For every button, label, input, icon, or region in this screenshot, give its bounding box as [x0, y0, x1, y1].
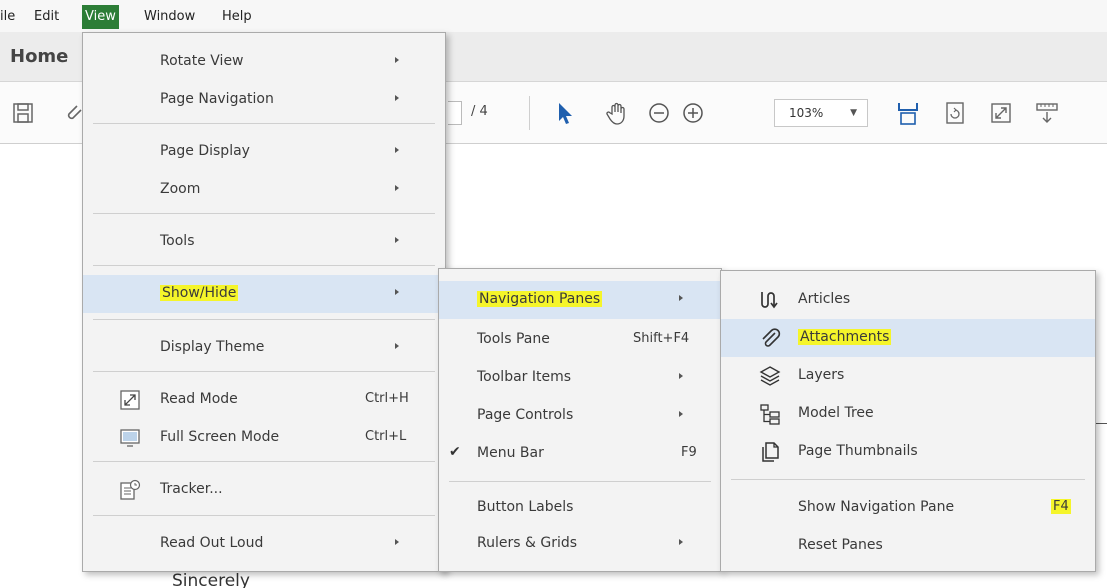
menu-item-page-controls[interactable]: Page Controls [439, 397, 721, 435]
page-number-input[interactable] [448, 101, 462, 125]
attach-icon[interactable] [60, 100, 82, 126]
menu-edit[interactable]: Edit [34, 6, 59, 28]
read-mode-icon [119, 389, 141, 411]
menu-separator [93, 461, 435, 462]
menu-help[interactable]: Help [222, 6, 252, 28]
menu-item-reset-panes[interactable]: Reset Panes [721, 527, 1095, 565]
show-hide-submenu: Navigation Panes Tools Pane Shift+F4 Too… [438, 268, 722, 572]
menu-item-navigation-panes[interactable]: Navigation Panes [439, 281, 721, 319]
zoom-value: 103% [789, 106, 824, 120]
select-cursor-icon[interactable] [552, 100, 578, 126]
f4-shortcut: F4 [1051, 499, 1071, 514]
fit-page-icon[interactable] [895, 100, 921, 126]
menu-item-layers[interactable]: Layers [721, 357, 1095, 395]
full-screen-icon[interactable] [988, 100, 1014, 126]
save-icon[interactable] [10, 100, 36, 126]
menu-item-tools-pane[interactable]: Tools Pane Shift+F4 [439, 321, 721, 359]
full-screen-mode-icon [119, 427, 141, 449]
paperclip-icon [759, 327, 781, 349]
menu-item-menu-bar[interactable]: ✔ Menu Bar F9 [439, 435, 721, 473]
measure-icon[interactable] [1034, 100, 1060, 126]
menu-separator [93, 213, 435, 214]
menu-item-model-tree[interactable]: Model Tree [721, 395, 1095, 433]
menu-window[interactable]: Window [144, 6, 195, 28]
zoom-in-icon[interactable] [680, 100, 706, 126]
view-menu: Rotate View Page Navigation Page Display… [82, 32, 446, 572]
menu-separator [93, 123, 435, 124]
menu-view[interactable]: View [82, 5, 119, 29]
menu-item-page-thumbnails[interactable]: Page Thumbnails [721, 433, 1095, 471]
menu-separator [93, 319, 435, 320]
menu-separator [449, 481, 711, 482]
menu-item-toolbar-items[interactable]: Toolbar Items [439, 359, 721, 397]
menu-item-full-screen-mode[interactable]: Full Screen Mode Ctrl+L [83, 419, 445, 457]
menu-item-tracker[interactable]: Tracker... [83, 471, 445, 509]
menu-item-read-out-loud[interactable]: Read Out Loud [83, 525, 445, 563]
menu-separator [93, 371, 435, 372]
menu-item-page-navigation[interactable]: Page Navigation [83, 81, 445, 119]
page-total: / 4 [471, 104, 488, 119]
menu-item-page-display[interactable]: Page Display [83, 133, 445, 171]
menu-item-attachments[interactable]: Attachments [721, 319, 1095, 357]
attachments-label: Attachments [798, 329, 892, 345]
menu-file[interactable]: ile [0, 6, 15, 28]
menu-bar: ile Edit View Window Help [0, 0, 1107, 32]
model-tree-icon [759, 403, 781, 425]
document-text: Sincerely [172, 571, 250, 588]
menu-item-zoom[interactable]: Zoom [83, 171, 445, 209]
hand-tool-icon[interactable] [604, 100, 630, 126]
chevron-down-icon: ▼ [850, 108, 857, 118]
navigation-panes-submenu: Articles Attachments Layers Model Tree P… [720, 270, 1096, 572]
menu-separator [93, 265, 435, 266]
menu-separator [93, 515, 435, 516]
menu-item-rulers-grids[interactable]: Rulers & Grids [439, 525, 721, 563]
zoom-out-icon[interactable] [646, 100, 672, 126]
rotate-page-icon[interactable] [942, 100, 968, 126]
checkmark-icon: ✔ [449, 444, 461, 460]
menu-item-rotate-view[interactable]: Rotate View [83, 43, 445, 81]
menu-item-articles[interactable]: Articles [721, 281, 1095, 319]
layers-icon [759, 365, 781, 387]
page-thumbnails-icon [759, 441, 781, 463]
zoom-select[interactable]: 103% ▼ [774, 99, 868, 127]
menu-item-show-hide[interactable]: Show/Hide [83, 275, 445, 313]
menu-item-tools[interactable]: Tools [83, 223, 445, 261]
menu-item-read-mode[interactable]: Read Mode Ctrl+H [83, 381, 445, 419]
menu-item-display-theme[interactable]: Display Theme [83, 329, 445, 367]
articles-icon [759, 289, 781, 311]
toolbar-separator [529, 96, 530, 130]
navigation-panes-label: Navigation Panes [477, 291, 603, 307]
menu-item-button-labels[interactable]: Button Labels [439, 489, 721, 527]
tab-home[interactable]: Home [10, 46, 68, 67]
menu-item-show-navigation-pane[interactable]: Show Navigation Pane F4 [721, 489, 1095, 527]
show-hide-label: Show/Hide [160, 285, 239, 301]
tracker-icon [119, 479, 141, 501]
menu-separator [731, 479, 1085, 480]
